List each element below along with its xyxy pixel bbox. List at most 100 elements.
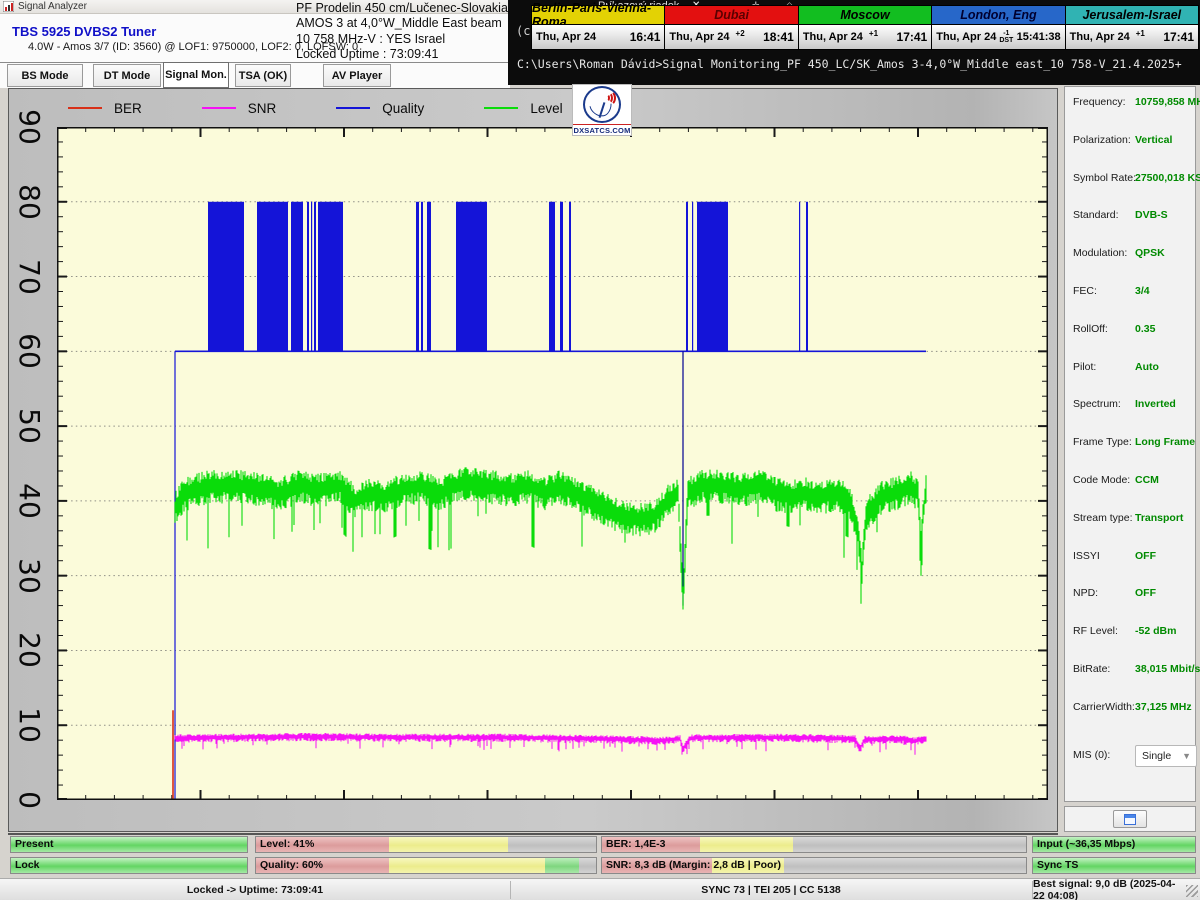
param-label: RF Level:: [1073, 625, 1118, 641]
meter-lock: Lock: [10, 857, 248, 874]
clock-date: Thu, Apr 24: [803, 31, 863, 43]
param-label: Polarization:: [1073, 134, 1131, 150]
clock-jerusalem-israel: Jerusalem-IsraelThu, Apr 24+117:41: [1066, 6, 1198, 49]
meter-label: Input (~36,35 Mbps): [1037, 838, 1135, 850]
legend-line-swatch: [68, 107, 102, 109]
window-title: Signal Analyzer: [18, 1, 87, 12]
param-frame-type-: Frame Type:Long Frame: [1073, 436, 1191, 452]
param-value: 0.35: [1135, 323, 1155, 335]
meter-label: Level: 41%: [260, 838, 314, 850]
clock-date: Thu, Apr 24: [936, 31, 996, 43]
legend-line-swatch: [336, 107, 370, 109]
plot-svg: [57, 127, 1048, 800]
param-value: Inverted: [1135, 398, 1176, 410]
param-value: Long Frame: [1135, 436, 1195, 448]
parameter-sidebar: Frequency:10759,858 MHz Polarization: Vert…: [1064, 86, 1196, 802]
meter-label: Sync TS: [1037, 859, 1078, 871]
clock-city: London, Eng: [932, 6, 1064, 25]
param-value: QPSK: [1135, 247, 1165, 259]
dxsatcs-logo: DXSATCS.COM: [572, 84, 632, 136]
legend-line-swatch: [484, 107, 518, 109]
satellite-dish-icon: [583, 86, 621, 123]
clock-city: Dubai: [665, 6, 797, 25]
param-label: Code Mode:: [1073, 474, 1130, 490]
legend-item-quality: Quality: [336, 101, 424, 116]
status-sync-counters: SYNC 73 | TEI 205 | CC 5138: [511, 879, 1031, 900]
meter-segment-track: [508, 837, 596, 852]
mis-row: MIS (0): Single ▼: [1073, 749, 1191, 761]
param-npd-: NPD:OFF: [1073, 587, 1191, 603]
status-bar: Locked -> Uptime: 73:09:41 SYNC 73 | TEI…: [0, 878, 1200, 900]
window-tool-button[interactable]: [1113, 810, 1147, 828]
tab-bs-mode[interactable]: BS Mode: [7, 64, 83, 87]
tab-dt-mode[interactable]: DT Mode: [93, 64, 161, 87]
param-label: Frame Type:: [1073, 436, 1132, 452]
tab-tsa-ok-[interactable]: TSA (OK): [235, 64, 291, 87]
meter-ber: BER: 1,4E-3: [601, 836, 1027, 853]
info-line-antenna: PF Prodelin 450 cm/Lučenec-Slovakia: [296, 1, 510, 16]
param-label: Stream type:: [1073, 512, 1133, 528]
chevron-down-icon: ▼: [1182, 751, 1191, 761]
param-value: 37,125 MHz: [1135, 701, 1192, 713]
meter-label: Quality: 60%: [260, 859, 323, 871]
y-axis-label-80: 80: [8, 180, 52, 224]
meter-segment-yellow: [389, 837, 508, 852]
param-label: FEC:: [1073, 285, 1097, 301]
signal-plot: [57, 127, 1048, 800]
legend-label: SNR: [248, 101, 277, 116]
tab-av-player[interactable]: AV Player: [323, 64, 391, 87]
legend-item-snr: SNR: [202, 101, 277, 116]
meter-label: BER: 1,4E-3: [606, 838, 666, 850]
clock-time-row: Thu, Apr 24+218:41: [665, 25, 797, 49]
clock-time: 17:41: [897, 30, 928, 44]
clock-time-row: Thu, Apr 2416:41: [532, 25, 664, 49]
meter-level: Level: 41%: [255, 836, 597, 853]
window-icon: [1124, 814, 1136, 825]
param-label: RollOff:: [1073, 323, 1108, 339]
info-line-satellite: AMOS 3 at 4,0°W_Middle East beam: [296, 16, 510, 31]
meter-label: Lock: [15, 859, 40, 871]
param-spectrum-: Spectrum: Inverted: [1073, 398, 1191, 414]
param-rolloff-: RollOff: 0.35: [1073, 323, 1191, 339]
param-label: CarrierWidth:: [1073, 701, 1135, 717]
clock-city: Moscow: [799, 6, 931, 25]
param-value: 27500,018 KS/s: [1135, 172, 1200, 184]
param-value: DVB-S: [1135, 209, 1168, 221]
y-axis-label-50: 50: [8, 404, 52, 448]
param-value: Vertical: [1135, 134, 1172, 146]
param-modulation-: Modulation:QPSK: [1073, 247, 1191, 263]
meter-snr: SNR: 8,3 dB (Margin: 2,8 dB | Poor): [601, 857, 1027, 874]
param-value: Transport: [1135, 512, 1183, 524]
clock-time: 18:41: [763, 30, 794, 44]
param-frequency-: Frequency:10759,858 MHz: [1073, 96, 1191, 112]
param-value: CCM: [1135, 474, 1159, 486]
chart-legend: BERSNRQualityLevel: [68, 96, 623, 120]
resize-grip[interactable]: [1186, 885, 1198, 897]
tab-signal-mon-[interactable]: Signal Mon.: [163, 62, 229, 88]
info-line-uptime: Locked Uptime : 73:09:41: [296, 47, 510, 62]
clock-date: Thu, Apr 24: [1070, 31, 1130, 43]
param-standard-: Standard:DVB-S: [1073, 209, 1191, 225]
clock-date: Thu, Apr 24: [669, 31, 729, 43]
status-best-signal: Best signal: 9,0 dB (2025-04-22 04:08): [1033, 879, 1183, 900]
param-label: NPD:: [1073, 587, 1098, 603]
mis-dropdown[interactable]: Single ▼: [1135, 745, 1197, 767]
meter-segment-track: [784, 858, 1026, 873]
param-fec-: FEC:3/4: [1073, 285, 1191, 301]
param-value: Auto: [1135, 361, 1159, 373]
mis-value: Single: [1142, 750, 1171, 762]
clock-dst: -1DST: [999, 30, 1013, 44]
param-stream-type-: Stream type:Transport: [1073, 512, 1191, 528]
meter-label: SNR: 8,3 dB (Margin: 2,8 dB | Poor): [606, 859, 781, 871]
param-label: Spectrum:: [1073, 398, 1121, 414]
mis-label: MIS (0):: [1073, 749, 1110, 761]
clock-utc-offset: +1: [869, 29, 878, 38]
legend-label: BER: [114, 101, 142, 116]
param-label: Pilot:: [1073, 361, 1096, 377]
clock-time-row: Thu, Apr 24+117:41: [1066, 25, 1198, 49]
param-value: -52 dBm: [1135, 625, 1176, 637]
info-line-frequency: 10 758 MHz-V : YES Israel: [296, 32, 510, 47]
status-uptime: Locked -> Uptime: 73:09:41: [0, 879, 510, 900]
meter-segment-green: [545, 858, 579, 873]
meter-label: Present: [15, 838, 54, 850]
